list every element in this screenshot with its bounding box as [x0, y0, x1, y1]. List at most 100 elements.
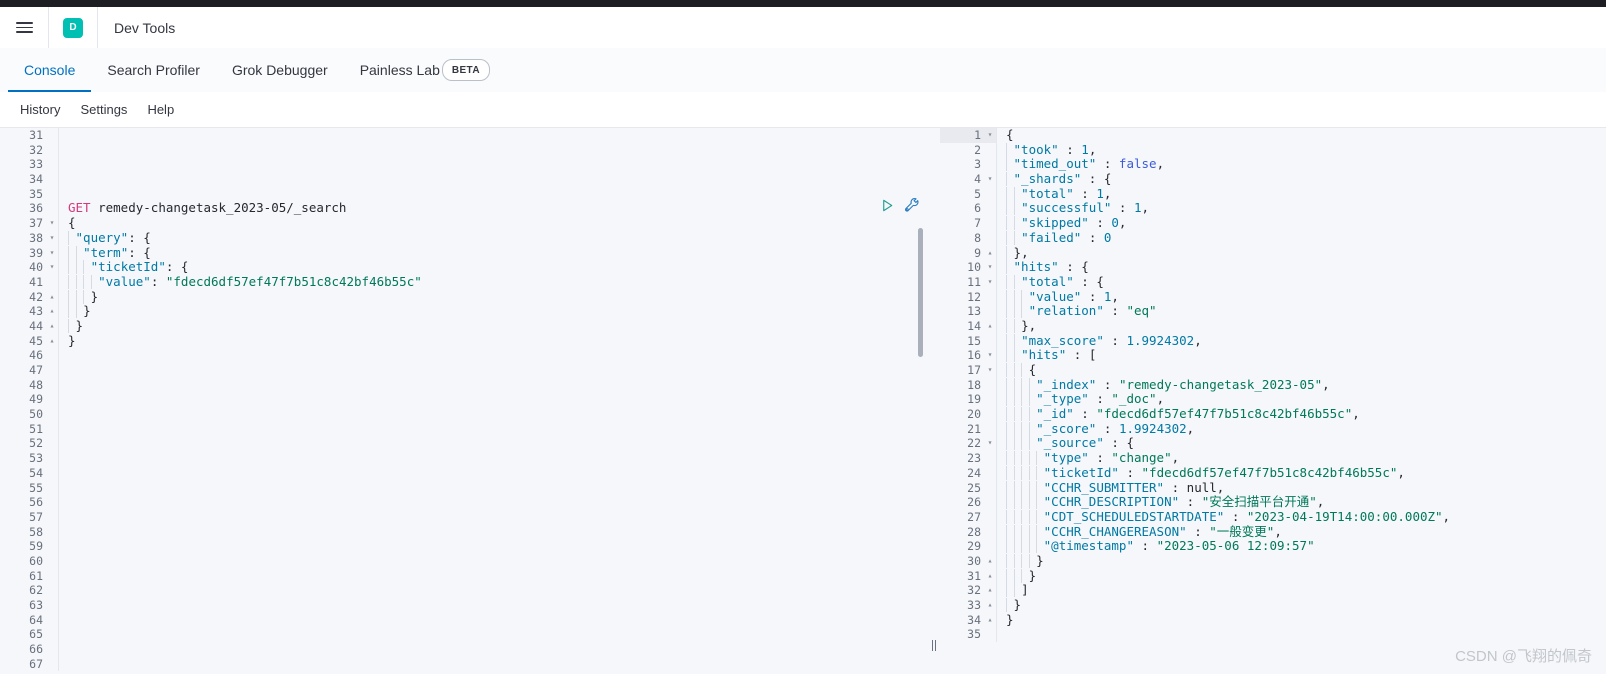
code-line[interactable]: 63: [0, 598, 928, 613]
fold-toggle-icon[interactable]: ▾: [984, 128, 996, 143]
code-line[interactable]: 67: [0, 656, 928, 672]
fold-toggle-icon[interactable]: ▾: [984, 275, 996, 290]
code-line[interactable]: 36 GET remedy-changetask_2023-05/_search: [0, 201, 928, 217]
code-line[interactable]: 57: [0, 509, 928, 525]
fold-toggle-icon[interactable]: ▴: [984, 246, 996, 261]
fold-toggle-icon[interactable]: ▾: [984, 260, 996, 275]
wrench-icon[interactable]: [904, 197, 920, 213]
code-line[interactable]: 60: [0, 553, 928, 569]
code-line[interactable]: 55: [0, 480, 928, 496]
hamburger-icon[interactable]: [0, 8, 48, 48]
code-line[interactable]: 22 ▾ "_source" : {: [940, 436, 1606, 452]
code-line[interactable]: 42 ▴ }: [0, 289, 928, 305]
fold-toggle-icon[interactable]: ▾: [46, 216, 58, 231]
code-line[interactable]: 35: [940, 627, 1606, 643]
code-line[interactable]: 16 ▾ "hits" : [: [940, 348, 1606, 363]
code-line[interactable]: 43 ▴ }: [0, 304, 928, 319]
fold-toggle-icon[interactable]: ▾: [984, 436, 996, 451]
code-line[interactable]: 61: [0, 568, 928, 584]
code-line[interactable]: 2 "took" : 1,: [940, 142, 1606, 158]
code-line[interactable]: 15 "max_score" : 1.9924302,: [940, 333, 1606, 349]
tab-grok-debugger[interactable]: Grok Debugger: [216, 48, 344, 92]
code-line[interactable]: 11 ▾ "total" : {: [940, 274, 1606, 290]
code-line[interactable]: 3 "timed_out" : false,: [940, 157, 1606, 173]
code-line[interactable]: 23 "type" : "change",: [940, 451, 1606, 466]
code-line[interactable]: 45 ▴}: [0, 333, 928, 349]
code-line[interactable]: 40 ▾ "ticketId": {: [0, 260, 928, 275]
fold-toggle-icon[interactable]: ▴: [984, 598, 996, 613]
code-line[interactable]: 41 "value": "fdecd6df57ef47f7b51c8c42bf4…: [0, 274, 928, 290]
code-line[interactable]: 34 ▴}: [940, 612, 1606, 628]
code-line[interactable]: 53: [0, 451, 928, 466]
code-line[interactable]: 51: [0, 421, 928, 437]
code-line[interactable]: 8 "failed" : 0: [940, 230, 1606, 246]
code-line[interactable]: 50: [0, 407, 928, 422]
code-line[interactable]: 47: [0, 363, 928, 378]
subnav-item-history[interactable]: History: [10, 102, 70, 117]
code-line[interactable]: 21 "_score" : 1.9924302,: [940, 421, 1606, 437]
subnav-item-settings[interactable]: Settings: [70, 102, 137, 117]
code-line[interactable]: 65: [0, 627, 928, 643]
response-viewer[interactable]: 1 ▾{2 "took" : 1, 3 "timed_out" : false, 4 ▾…: [940, 128, 1606, 674]
code-line[interactable]: 37 ▾ {: [0, 216, 928, 231]
fold-toggle-icon[interactable]: ▴: [984, 613, 996, 628]
code-line[interactable]: 33 ▴ }: [940, 598, 1606, 613]
code-line[interactable]: 39 ▾ "term": {: [0, 245, 928, 261]
code-line[interactable]: 58: [0, 524, 928, 540]
tab-search-profiler[interactable]: Search Profiler: [91, 48, 216, 92]
code-line[interactable]: 38 ▾ "query": {: [0, 230, 928, 246]
code-line[interactable]: 25 "CCHR_SUBMITTER" : null,: [940, 480, 1606, 496]
fold-toggle-icon[interactable]: ▴: [46, 334, 58, 349]
code-line[interactable]: 6 "successful" : 1,: [940, 201, 1606, 217]
fold-toggle-icon[interactable]: ▾: [984, 363, 996, 378]
code-line[interactable]: 49: [0, 392, 928, 408]
code-line[interactable]: 62: [0, 583, 928, 598]
code-line[interactable]: 56: [0, 495, 928, 510]
code-line[interactable]: 18 "_index" : "remedy-changetask_2023-05…: [940, 377, 1606, 393]
fold-toggle-icon[interactable]: ▴: [984, 569, 996, 584]
fold-toggle-icon[interactable]: ▾: [984, 172, 996, 187]
code-line[interactable]: 59: [0, 539, 928, 554]
code-line[interactable]: 44 ▴ }: [0, 318, 928, 334]
app-logo[interactable]: D: [49, 7, 97, 48]
code-line[interactable]: 52: [0, 436, 928, 452]
code-line[interactable]: 7 "skipped" : 0,: [940, 216, 1606, 231]
code-line[interactable]: 1 ▾ {: [940, 128, 1606, 143]
code-line[interactable]: 29 "@timestamp" : "2023-05-06 12:09:57": [940, 539, 1606, 554]
code-line[interactable]: 30 ▴ }: [940, 553, 1606, 569]
code-line[interactable]: 28 "CCHR_CHANGEREASON" : "一般变更",: [940, 524, 1606, 540]
code-line[interactable]: 46: [0, 348, 928, 363]
request-editor[interactable]: 31 32 33 34 35 36 GET remedy-changetask_2023-0…: [0, 128, 928, 674]
code-line[interactable]: 31 ▴ }: [940, 568, 1606, 584]
code-line[interactable]: 32 ▴ ]: [940, 583, 1606, 598]
code-line[interactable]: 33: [0, 157, 928, 173]
fold-toggle-icon[interactable]: ▴: [984, 319, 996, 334]
fold-toggle-icon[interactable]: ▾: [46, 246, 58, 261]
fold-toggle-icon[interactable]: ▴: [984, 583, 996, 598]
code-line[interactable]: 66: [0, 642, 928, 657]
fold-toggle-icon[interactable]: ▴: [46, 319, 58, 334]
code-line[interactable]: 54: [0, 465, 928, 481]
editor-scrollbar-thumb[interactable]: [918, 228, 923, 357]
code-line[interactable]: 20 "_id" : "fdecd6df57ef47f7b51c8c42bf46…: [940, 407, 1606, 422]
pane-splitter-grip[interactable]: [932, 639, 936, 651]
fold-toggle-icon[interactable]: ▾: [984, 348, 996, 363]
code-line[interactable]: 5 "total" : 1,: [940, 186, 1606, 202]
pane-splitter[interactable]: [929, 128, 939, 674]
fold-toggle-icon[interactable]: ▴: [46, 290, 58, 305]
code-line[interactable]: 9 ▴ },: [940, 245, 1606, 261]
code-line[interactable]: 14 ▴ },: [940, 318, 1606, 334]
code-line[interactable]: 24 "ticketId" : "fdecd6df57ef47f7b51c8c4…: [940, 465, 1606, 481]
code-line[interactable]: 26 "CCHR_DESCRIPTION" : "安全扫描平台开通",: [940, 495, 1606, 510]
response-pane[interactable]: 1 ▾{2 "took" : 1, 3 "timed_out" : false, 4 ▾…: [940, 128, 1606, 674]
code-line[interactable]: 12 "value" : 1,: [940, 289, 1606, 305]
tab-painless-lab[interactable]: Painless Lab BETA: [344, 48, 506, 92]
fold-toggle-icon[interactable]: ▴: [46, 304, 58, 319]
code-line[interactable]: 4 ▾ "_shards" : {: [940, 172, 1606, 187]
subnav-item-help[interactable]: Help: [137, 102, 184, 117]
fold-toggle-icon[interactable]: ▾: [46, 231, 58, 246]
code-line[interactable]: 64: [0, 612, 928, 628]
code-line[interactable]: 34: [0, 172, 928, 187]
tab-console[interactable]: Console: [8, 48, 92, 92]
fold-toggle-icon[interactable]: ▾: [46, 260, 58, 275]
